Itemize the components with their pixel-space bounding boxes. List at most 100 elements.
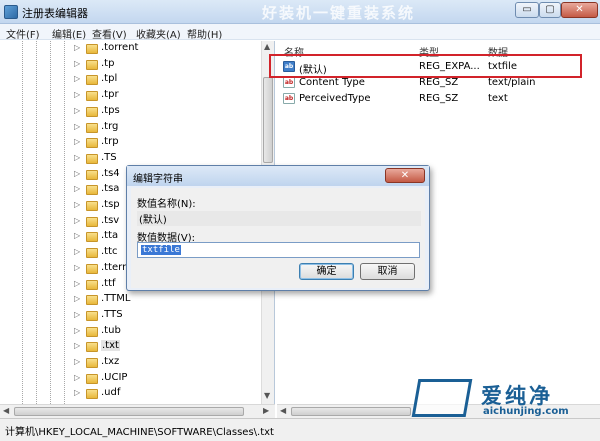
folder-icon [86,59,98,70]
tree-item-label: .trp [101,136,119,148]
folder-icon [86,185,98,196]
tree-item[interactable]: ▷ .udf [0,386,262,402]
tree-item[interactable]: ▷ .trg [0,120,262,136]
scroll-left-icon[interactable]: ◀ [280,406,286,415]
expand-arrow-icon[interactable]: ▷ [74,59,80,68]
expand-arrow-icon[interactable]: ▷ [74,310,80,319]
expand-arrow-icon[interactable]: ▷ [74,294,80,303]
menu-file[interactable]: 文件(F) [6,26,40,41]
expand-arrow-icon[interactable]: ▷ [74,106,80,115]
tree-item[interactable]: ▷ .txt [0,339,262,355]
tree-item-label: .tp [101,57,115,69]
dialog-close-button[interactable]: ✕ [385,168,425,183]
expand-arrow-icon[interactable]: ▷ [74,90,80,99]
expand-arrow-icon[interactable]: ▷ [74,122,80,131]
tree-item[interactable]: ▷ .tub [0,324,262,340]
expand-arrow-icon[interactable]: ▷ [74,137,80,146]
expand-arrow-icon[interactable]: ▷ [74,341,80,350]
scroll-left-icon[interactable]: ◀ [3,406,9,415]
expand-arrow-icon[interactable]: ▷ [74,74,80,83]
expand-arrow-icon[interactable]: ▷ [74,247,80,256]
expand-arrow-icon[interactable]: ▷ [74,373,80,382]
expand-arrow-icon[interactable]: ▷ [74,388,80,397]
watermark-url: aichunjing.com [483,406,569,417]
expand-arrow-icon[interactable]: ▷ [74,263,80,272]
site-watermark-logo: 爱纯净 aichunjing.com [411,378,600,418]
expand-arrow-icon[interactable]: ▷ [74,153,80,162]
dialog-title-bar: 编辑字符串 ✕ [127,166,429,186]
tree-item-label: .TTS [101,308,123,320]
scroll-right-icon[interactable]: ▶ [263,406,269,415]
edit-string-dialog: 编辑字符串 ✕ 数值名称(N): (默认) 数值数据(V): txtfile 确… [126,165,430,291]
menu-bar: 文件(F) 编辑(E) 查看(V) 收藏夹(A) 帮助(H) [0,24,600,41]
tree-item-label: .UCIP [101,371,128,383]
folder-icon [86,342,98,353]
tree-item[interactable]: ▷ .txz [0,355,262,371]
tree-item[interactable]: ▷ .tpl [0,72,262,88]
expand-arrow-icon[interactable]: ▷ [74,216,80,225]
expand-arrow-icon[interactable]: ▷ [74,200,80,209]
ok-button[interactable]: 确定 [299,263,354,280]
value-data-selected-text[interactable]: txtfile [141,245,181,255]
tree-item[interactable]: ▷ .TTS [0,308,262,324]
maximize-button[interactable]: ▢ [539,2,561,18]
folder-icon [86,122,98,133]
menu-help[interactable]: 帮助(H) [187,26,222,41]
list-hscroll-thumb[interactable] [291,407,411,416]
tree-item-label: .tub [101,324,121,336]
folder-icon [86,373,98,384]
expand-arrow-icon[interactable]: ▷ [74,279,80,288]
expand-arrow-icon[interactable]: ▷ [74,231,80,240]
scroll-down-icon[interactable]: ▼ [264,391,270,400]
tree-item[interactable]: ▷ .trp [0,135,262,151]
value-name: PerceivedType [299,93,371,104]
menu-edit[interactable]: 编辑(E) [52,26,86,41]
value-row[interactable]: ab PerceivedType REG_SZ text [281,91,586,107]
tree-item-label: .tsa [101,183,120,195]
dialog-body: 数值名称(N): (默认) 数值数据(V): txtfile 确定 取消 [131,188,425,288]
folder-icon [86,75,98,86]
tree-item-label: .TS [101,151,117,163]
registry-app-icon [4,5,18,19]
tree-horizontal-scrollbar[interactable]: ◀ ▶ [0,404,275,418]
minimize-button[interactable]: ▭ [515,2,539,18]
value-data: text/plain [488,77,536,88]
tree-item-label: .trg [101,120,119,132]
expand-arrow-icon[interactable]: ▷ [74,169,80,178]
tree-item-label: .ttc [101,246,118,258]
tree-hscroll-thumb[interactable] [14,407,244,416]
expand-arrow-icon[interactable]: ▷ [74,357,80,366]
status-path: 计算机\HKEY_LOCAL_MACHINE\SOFTWARE\Classes\… [5,427,274,438]
tree-scroll-thumb[interactable] [263,77,273,163]
tree-item-label: .torrent [101,42,139,53]
expand-arrow-icon[interactable]: ▷ [74,43,80,52]
annotation-highlight-box [269,54,582,78]
value-type: REG_SZ [419,77,459,88]
tree-item[interactable]: ▷ .tp [0,57,262,73]
tree-item-label: .TTML [101,293,131,305]
value-name: Content Type [299,77,365,88]
expand-arrow-icon[interactable]: ▷ [74,326,80,335]
tree-item[interactable]: ▷ .tps [0,104,262,120]
tree-item[interactable]: ▷ .UCIP [0,371,262,387]
dialog-title: 编辑字符串 [133,174,183,185]
cancel-button[interactable]: 取消 [360,263,415,280]
value-type: REG_SZ [419,93,459,104]
value-data-input[interactable]: txtfile [137,242,420,258]
title-bar: 注册表编辑器 好装机一键重装系统 ▭ ▢ ✕ [0,0,600,24]
scroll-up-icon[interactable]: ▲ [264,42,270,51]
menu-view[interactable]: 查看(V) [92,26,127,41]
folder-icon [86,263,98,274]
window-title: 注册表编辑器 [22,7,88,20]
expand-arrow-icon[interactable]: ▷ [74,184,80,193]
tree-item[interactable]: ▷ .torrent [0,41,262,57]
folder-icon [86,232,98,243]
tree-item[interactable]: ▷ .tpr [0,88,262,104]
close-button[interactable]: ✕ [561,2,598,18]
menu-favorites[interactable]: 收藏夹(A) [136,26,181,41]
tree-item[interactable]: ▷ .TTML [0,292,262,308]
tree-item-label: .tsv [101,214,120,226]
watermark-logo-icon [411,379,473,417]
folder-icon [86,201,98,211]
tree-item-label: .tsp [101,199,120,210]
